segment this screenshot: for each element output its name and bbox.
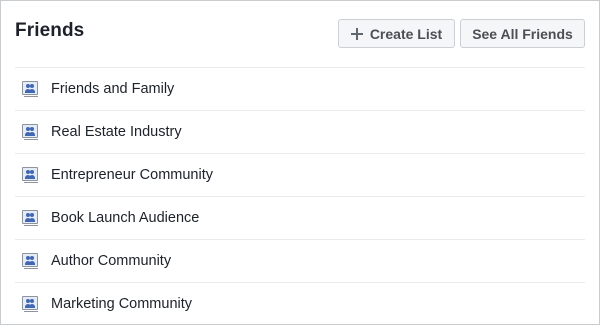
friend-lists: Friends and Family Real Estate Industry …	[15, 67, 585, 325]
see-all-friends-button[interactable]: See All Friends	[460, 19, 585, 48]
friend-list-label: Entrepreneur Community	[51, 167, 213, 183]
friend-list-item[interactable]: Friends and Family	[15, 67, 585, 110]
create-list-label: Create List	[369, 25, 443, 42]
plus-icon	[350, 27, 363, 40]
create-list-button[interactable]: Create List	[338, 19, 455, 48]
friend-list-label: Marketing Community	[51, 296, 193, 312]
friends-header: Friends Create List See All Friends	[1, 1, 599, 67]
friends-panel: Friends Create List See All Friends Frie…	[0, 0, 600, 325]
friend-list-icon	[22, 252, 40, 270]
friend-list-item[interactable]: Real Estate Industry	[15, 110, 585, 153]
friend-list-item[interactable]: Marketing Community	[15, 282, 585, 325]
friend-list-icon	[22, 295, 40, 313]
friend-list-item[interactable]: Author Community	[15, 239, 585, 282]
friend-list-label: Author Community	[51, 253, 172, 269]
friend-list-item[interactable]: Book Launch Audience	[15, 196, 585, 239]
friend-list-item[interactable]: Entrepreneur Community	[15, 153, 585, 196]
friend-list-label: Real Estate Industry	[51, 124, 182, 140]
friend-list-icon	[22, 80, 40, 98]
see-all-friends-label: See All Friends	[472, 25, 573, 42]
friend-list-icon	[22, 123, 40, 141]
friend-list-icon	[22, 166, 40, 184]
friend-list-icon	[22, 209, 40, 227]
friend-list-label: Friends and Family	[51, 81, 175, 97]
friend-list-label: Book Launch Audience	[51, 210, 200, 226]
page-title: Friends	[15, 20, 85, 41]
